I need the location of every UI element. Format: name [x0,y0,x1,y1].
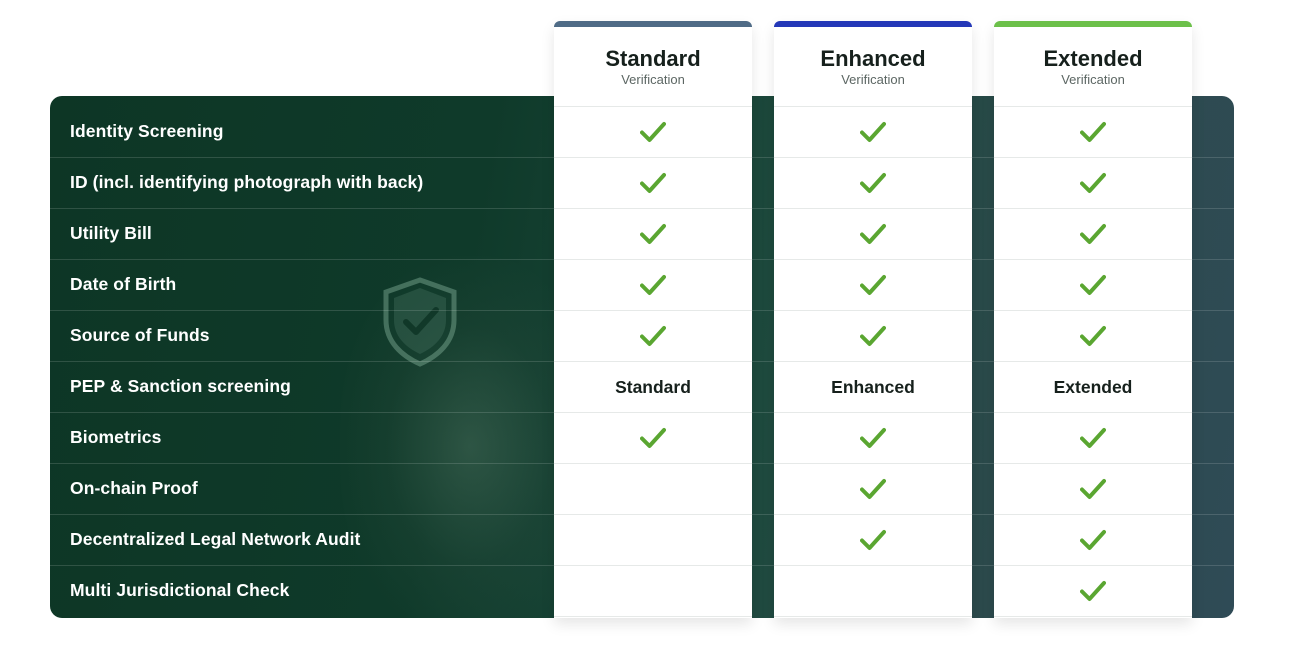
plan-cell [774,106,972,157]
checkmark-icon [640,121,666,143]
checkmark-icon [1080,274,1106,296]
checkmark-icon [1080,478,1106,500]
plan-cell: Standard [554,361,752,412]
feature-label: Utility Bill [70,223,152,243]
plan-cell [554,157,752,208]
plan-subtitle: Verification [621,72,685,87]
plan-header: Extended Verification [994,27,1192,106]
plan-cell [774,565,972,616]
plan-cell-text: Standard [615,376,691,397]
feature-label: Multi Jurisdictional Check [70,580,290,600]
checkmark-icon [860,121,886,143]
plan-cell [774,310,972,361]
plan-title: Extended [1043,46,1143,71]
plan-cell [554,259,752,310]
plan-header: Enhanced Verification [774,27,972,106]
checkmark-icon [1080,223,1106,245]
plan-cell [554,565,752,616]
plan-cell [994,310,1192,361]
checkmark-icon [1080,121,1106,143]
plan-cell [554,310,752,361]
plan-header: Standard Verification [554,27,752,106]
feature-label: Source of Funds [70,325,210,345]
plan-cell [774,208,972,259]
plan-cell [554,463,752,514]
checkmark-icon [860,325,886,347]
plan-cell [774,514,972,565]
plan-cell [994,412,1192,463]
plan-column-bottom [554,616,752,617]
checkmark-icon [860,427,886,449]
plan-cell-text: Extended [1053,376,1133,397]
checkmark-icon [640,325,666,347]
plan-column-standard: Standard Verification Standard [554,21,752,618]
plan-cell [994,157,1192,208]
plan-title: Standard [605,46,701,71]
plan-cell: Enhanced [774,361,972,412]
checkmark-icon [1080,529,1106,551]
plan-cell [554,106,752,157]
feature-label: ID (incl. identifying photograph with ba… [70,172,424,192]
plan-cell [554,514,752,565]
checkmark-icon [640,172,666,194]
feature-label: Identity Screening [70,121,224,141]
plan-cell [994,259,1192,310]
plan-cell [774,463,972,514]
checkmark-icon [860,172,886,194]
checkmark-icon [1080,172,1106,194]
plan-column-extended: Extended Verification Extended [994,21,1192,618]
checkmark-icon [640,427,666,449]
plan-cell [994,463,1192,514]
plan-column-enhanced: Enhanced Verification Enhanced [774,21,972,618]
plan-subtitle: Verification [1061,72,1125,87]
plan-cell: Extended [994,361,1192,412]
checkmark-icon [1080,427,1106,449]
checkmark-icon [1080,580,1106,602]
plan-column-bottom [994,616,1192,617]
plan-cell [994,565,1192,616]
plan-cell [994,208,1192,259]
feature-label: PEP & Sanction screening [70,376,291,396]
checkmark-icon [1080,325,1106,347]
plan-cell [774,259,972,310]
feature-label: On-chain Proof [70,478,198,498]
feature-label: Decentralized Legal Network Audit [70,529,361,549]
checkmark-icon [860,274,886,296]
checkmark-icon [860,223,886,245]
checkmark-icon [640,223,666,245]
plan-cell [554,412,752,463]
plan-cell [774,412,972,463]
plan-subtitle: Verification [841,72,905,87]
plan-cell [774,157,972,208]
checkmark-icon [640,274,666,296]
plan-cell-text: Enhanced [831,376,915,397]
plan-cell [994,106,1192,157]
plan-cell [554,208,752,259]
feature-label: Date of Birth [70,274,177,294]
plan-cell [994,514,1192,565]
plan-column-bottom [774,616,972,617]
checkmark-icon [860,478,886,500]
plan-title: Enhanced [820,46,926,71]
feature-label: Biometrics [70,427,162,447]
checkmark-icon [860,529,886,551]
shield-check-icon [383,277,457,367]
